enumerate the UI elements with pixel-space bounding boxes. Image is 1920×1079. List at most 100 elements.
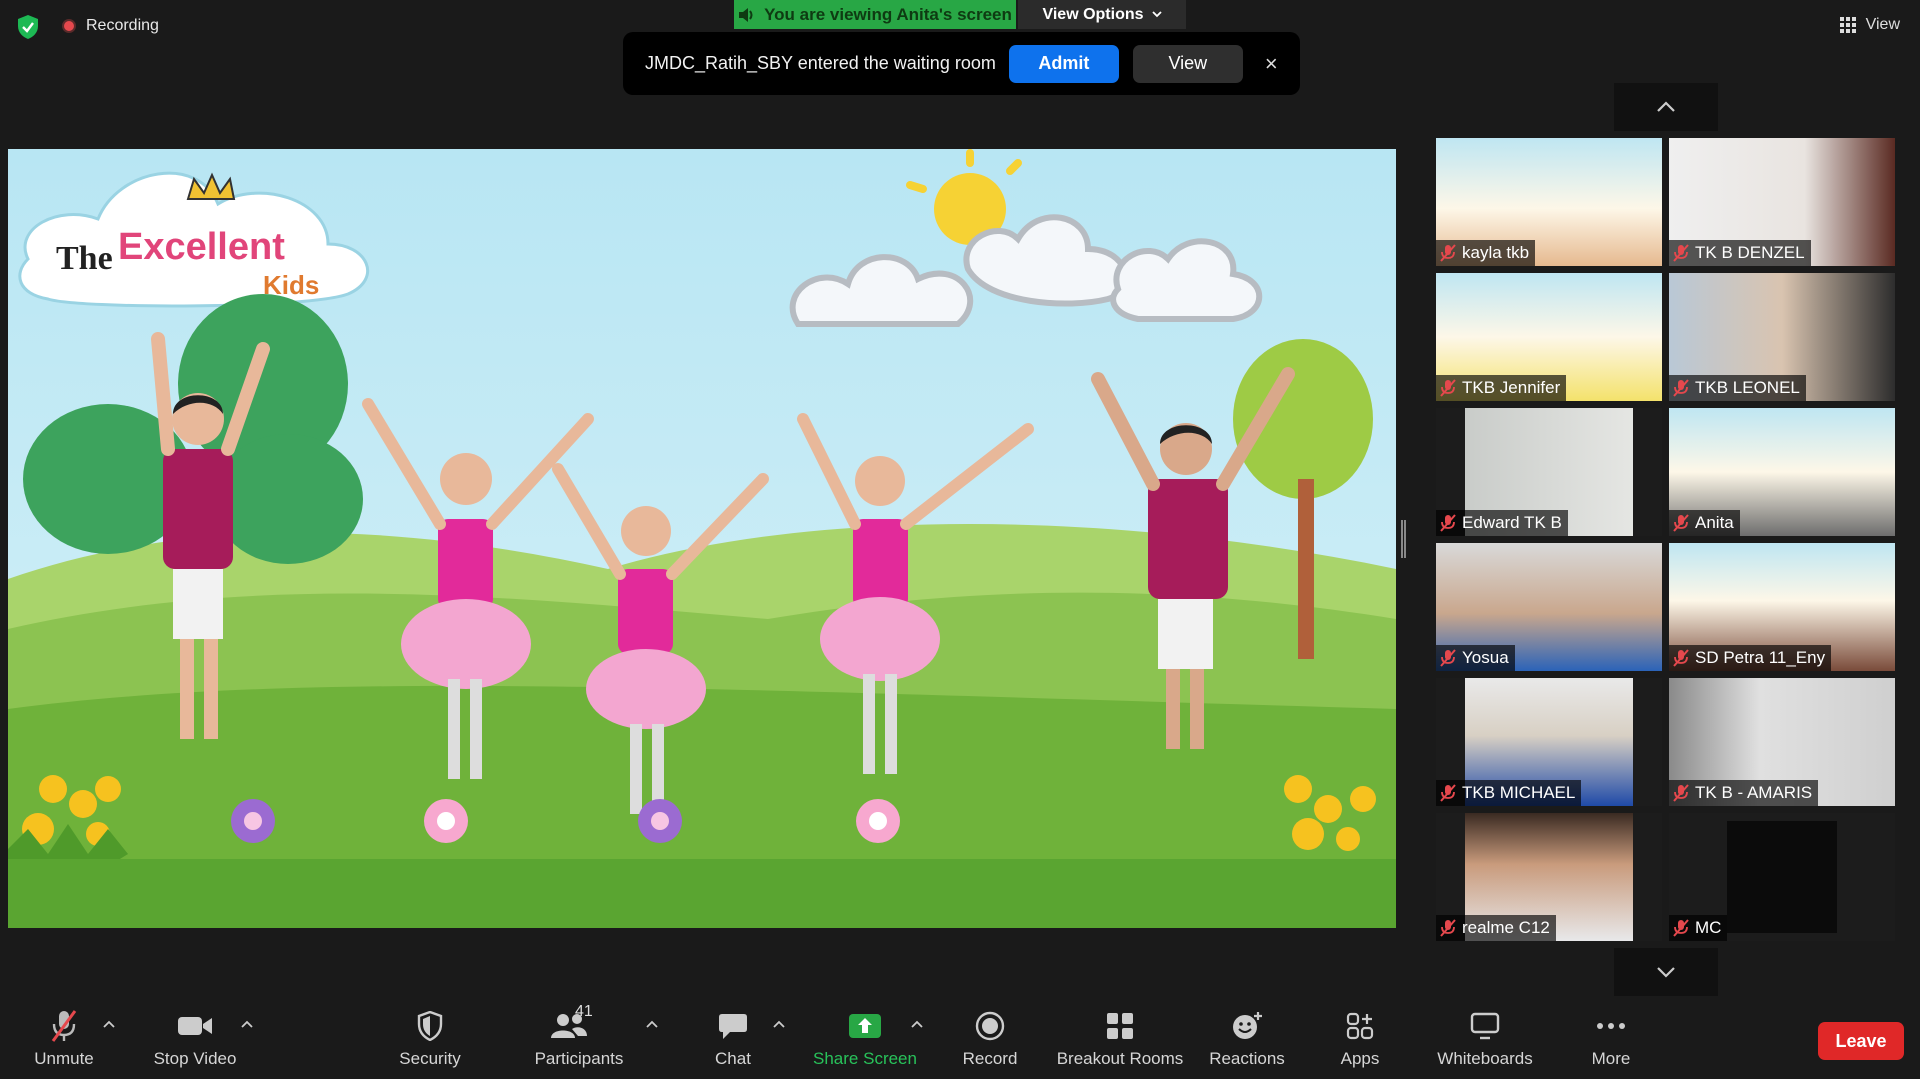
more-button[interactable]: More xyxy=(1551,1009,1671,1069)
shield-icon xyxy=(417,1011,443,1041)
participant-tile[interactable]: Yosua xyxy=(1436,543,1662,671)
participant-name-tag: Anita xyxy=(1669,510,1740,536)
participant-tile[interactable]: TK B DENZEL xyxy=(1669,138,1895,266)
muted-microphone-icon xyxy=(51,1010,77,1042)
chat-label: Chat xyxy=(715,1049,751,1068)
gallery-scroll-down-button[interactable] xyxy=(1614,948,1718,996)
notification-message: JMDC_Ratih_SBY entered the waiting room xyxy=(645,53,996,73)
video-options-caret-icon[interactable] xyxy=(240,1019,254,1029)
reactions-button[interactable]: Reactions xyxy=(1187,1009,1307,1069)
meeting-toolbar: Unmute Stop Video Security 41 Participan… xyxy=(0,997,1920,1079)
breakout-rooms-label: Breakout Rooms xyxy=(1056,1049,1184,1068)
chevron-up-icon xyxy=(1657,101,1675,112)
participant-name-tag: SD Petra 11_Eny xyxy=(1669,645,1832,671)
participant-tile[interactable]: realme C12 xyxy=(1436,813,1662,941)
breakout-rooms-button[interactable]: Breakout Rooms xyxy=(1057,1009,1183,1069)
participant-tile[interactable]: TKB MICHAEL xyxy=(1436,678,1662,806)
shared-screen-artwork: The Excellent Kids xyxy=(8,149,1396,928)
muted-microphone-icon xyxy=(1440,379,1456,397)
apps-icon xyxy=(1346,1012,1374,1040)
participant-name-tag: TKB Jennifer xyxy=(1436,375,1567,401)
participant-name: Yosua xyxy=(1462,648,1509,667)
view-options-label: View Options xyxy=(1042,5,1144,23)
speaker-icon xyxy=(739,7,753,22)
view-options-button[interactable]: View Options xyxy=(1018,0,1186,29)
participant-name: SD Petra 11_Eny xyxy=(1695,648,1826,667)
reactions-smiley-icon xyxy=(1233,1012,1262,1039)
shared-screen-view[interactable]: The Excellent Kids xyxy=(8,149,1396,928)
participant-tile[interactable]: Edward TK B xyxy=(1436,408,1662,536)
breakout-rooms-icon xyxy=(1107,1013,1133,1039)
share-options-caret-icon[interactable] xyxy=(910,1019,924,1029)
apps-button[interactable]: Apps xyxy=(1300,1009,1420,1069)
muted-microphone-icon xyxy=(1673,244,1689,262)
apps-label: Apps xyxy=(1340,1049,1380,1068)
record-button[interactable]: Record xyxy=(930,1009,1050,1069)
muted-microphone-icon xyxy=(1673,784,1689,802)
participant-tile[interactable]: MC xyxy=(1669,813,1895,941)
participant-name-tag: Edward TK B xyxy=(1436,510,1568,536)
muted-microphone-icon xyxy=(1440,649,1456,667)
participant-name-tag: Yosua xyxy=(1436,645,1515,671)
muted-microphone-icon xyxy=(1440,244,1456,262)
zoom-meeting-window: Recording You are viewing Anita's screen… xyxy=(0,0,1920,1079)
participant-name-tag: TKB MICHAEL xyxy=(1436,780,1582,806)
recording-label: Recording xyxy=(86,17,159,34)
participant-tile[interactable]: kayla tkb xyxy=(1436,138,1662,266)
participant-name-tag: TKB LEONEL xyxy=(1669,375,1806,401)
participant-tile[interactable]: SD Petra 11_Eny xyxy=(1669,543,1895,671)
panel-resize-handle[interactable] xyxy=(1401,520,1406,558)
participant-name-tag: MC xyxy=(1669,915,1728,941)
svg-text:The: The xyxy=(56,240,113,277)
participant-name: Edward TK B xyxy=(1462,513,1562,532)
participant-tile[interactable]: Anita xyxy=(1669,408,1895,536)
audio-options-caret-icon[interactable] xyxy=(102,1019,116,1029)
chat-button[interactable]: Chat xyxy=(673,1009,793,1069)
encryption-shield-icon[interactable] xyxy=(16,14,40,40)
participant-tile[interactable]: TK B - AMARIS xyxy=(1669,678,1895,806)
record-label: Record xyxy=(962,1049,1018,1068)
admit-button[interactable]: Admit xyxy=(1008,44,1119,83)
leave-button[interactable]: Leave xyxy=(1818,1022,1904,1060)
participant-name-tag: TK B DENZEL xyxy=(1669,240,1811,266)
muted-microphone-icon xyxy=(1440,784,1456,802)
whiteboard-icon xyxy=(1470,1012,1500,1040)
share-screen-arrow-icon xyxy=(849,1014,881,1038)
close-icon[interactable]: × xyxy=(1265,51,1278,77)
share-screen-button[interactable]: Share Screen xyxy=(805,1009,925,1069)
more-dots-icon xyxy=(1597,1023,1625,1029)
gallery-scroll-up-button[interactable] xyxy=(1614,83,1718,131)
video-feed xyxy=(1727,821,1837,933)
whiteboards-button[interactable]: Whiteboards xyxy=(1425,1009,1545,1069)
unmute-button[interactable]: Unmute xyxy=(4,1009,124,1069)
whiteboards-label: Whiteboards xyxy=(1437,1049,1533,1068)
chevron-down-icon xyxy=(1151,11,1162,18)
muted-microphone-icon xyxy=(1673,919,1689,937)
notification-view-button[interactable]: View xyxy=(1132,44,1243,83)
view-layout-button[interactable]: View xyxy=(1839,16,1900,34)
recording-indicator[interactable]: Recording xyxy=(62,17,159,35)
recording-dot-icon xyxy=(62,19,76,33)
participant-tile[interactable]: TKB Jennifer xyxy=(1436,273,1662,401)
participants-options-caret-icon[interactable] xyxy=(645,1019,659,1029)
participant-name: TKB Jennifer xyxy=(1462,378,1561,397)
participant-tile[interactable]: TKB LEONEL xyxy=(1669,273,1895,401)
muted-microphone-icon xyxy=(1440,514,1456,532)
video-camera-icon xyxy=(178,1017,212,1035)
muted-microphone-icon xyxy=(1673,379,1689,397)
security-label: Security xyxy=(399,1049,461,1068)
share-screen-label: Share Screen xyxy=(813,1049,917,1068)
muted-microphone-icon xyxy=(1673,649,1689,667)
participant-name: TKB LEONEL xyxy=(1695,378,1800,397)
security-button[interactable]: Security xyxy=(370,1009,490,1069)
muted-microphone-icon xyxy=(1673,514,1689,532)
chat-options-caret-icon[interactable] xyxy=(772,1019,786,1029)
stop-video-button[interactable]: Stop Video xyxy=(135,1009,255,1069)
participant-name: TKB MICHAEL xyxy=(1462,783,1576,802)
participants-button[interactable]: 41 Participants xyxy=(519,1003,639,1069)
participants-count: 41 xyxy=(575,1003,593,1020)
svg-text:Excellent: Excellent xyxy=(118,226,285,268)
grid-icon xyxy=(1839,17,1856,33)
stop-video-label: Stop Video xyxy=(153,1049,237,1068)
unmute-label: Unmute xyxy=(34,1049,94,1068)
